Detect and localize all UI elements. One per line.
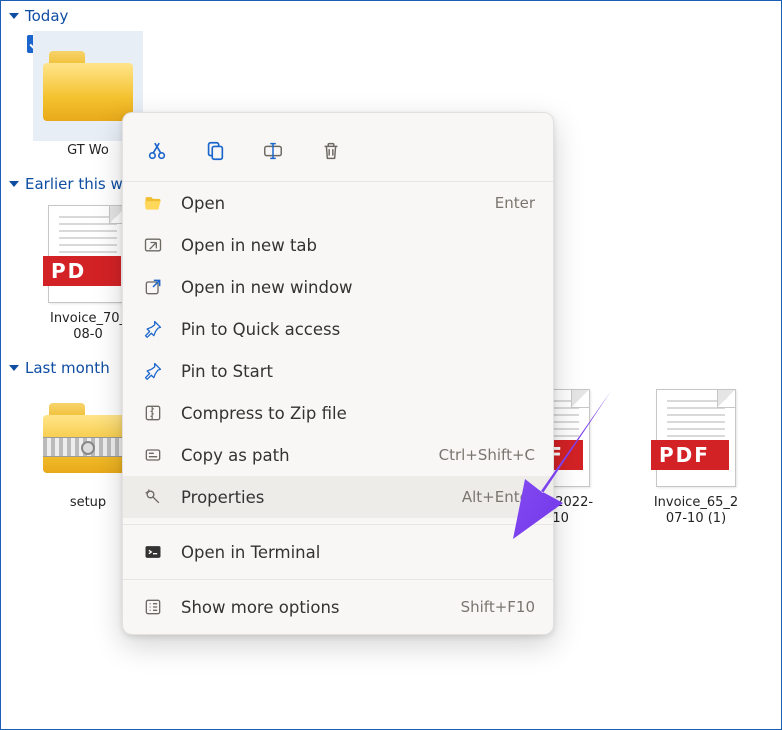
context-menu: Open Enter Open in new tab Open in new w… <box>122 112 554 635</box>
chevron-down-icon <box>9 13 19 19</box>
menu-item-label: Open in Terminal <box>181 543 535 562</box>
menu-item-label: Compress to Zip file <box>181 404 535 423</box>
menu-item-pin-start[interactable]: Pin to Start <box>123 350 553 392</box>
menu-item-open-terminal[interactable]: Open in Terminal <box>123 531 553 573</box>
cut-button[interactable] <box>141 135 173 167</box>
menu-item-copy-as-path[interactable]: Copy as path Ctrl+Shift+C <box>123 434 553 476</box>
folder-open-icon <box>141 191 165 215</box>
copy-button[interactable] <box>199 135 231 167</box>
menu-item-label: Open in new window <box>181 278 535 297</box>
menu-item-open-new-window[interactable]: Open in new window <box>123 266 553 308</box>
delete-button[interactable] <box>315 135 347 167</box>
menu-item-pin-quick-access[interactable]: Pin to Quick access <box>123 308 553 350</box>
menu-item-compress-zip[interactable]: Compress to Zip file <box>123 392 553 434</box>
menu-item-show-more-options[interactable]: Show more options Shift+F10 <box>123 586 553 628</box>
chevron-down-icon <box>9 365 19 371</box>
copy-icon <box>204 140 226 162</box>
group-label: Today <box>25 7 68 25</box>
menu-separator <box>123 579 553 580</box>
menu-item-label: Open in new tab <box>181 236 535 255</box>
menu-item-label: Open <box>181 194 495 213</box>
menu-item-accel: Enter <box>495 194 535 212</box>
menu-item-label: Copy as path <box>181 446 439 465</box>
new-tab-icon <box>141 233 165 257</box>
menu-item-label: Pin to Quick access <box>181 320 535 339</box>
folder-icon <box>43 51 133 121</box>
menu-separator <box>123 524 553 525</box>
file-label: setup <box>70 495 106 511</box>
file-label: Invoice_65_2 07-10 (1) <box>654 495 738 527</box>
group-header-today[interactable]: Today <box>1 1 781 27</box>
file-item-pdf[interactable]: PDF Invoice_65_2 07-10 (1) <box>631 383 761 527</box>
menu-item-label: Pin to Start <box>181 362 535 381</box>
new-window-icon <box>141 275 165 299</box>
menu-item-properties[interactable]: Properties Alt+Enter <box>123 476 553 518</box>
file-label: Invoice_70_ 08-0 <box>50 311 126 343</box>
group-label: Last month <box>25 359 110 377</box>
pin-icon <box>141 317 165 341</box>
zip-icon <box>141 401 165 425</box>
scissors-icon <box>146 140 168 162</box>
menu-item-accel: Shift+F10 <box>461 598 535 616</box>
terminal-icon <box>141 540 165 564</box>
pdf-icon: PDF <box>656 389 736 487</box>
chevron-down-icon <box>9 181 19 187</box>
copy-path-icon <box>141 443 165 467</box>
file-label: GT Wo <box>67 143 109 159</box>
menu-item-open-new-tab[interactable]: Open in new tab <box>123 224 553 266</box>
pdf-icon: PD <box>48 205 128 303</box>
trash-icon <box>320 140 342 162</box>
menu-item-label: Show more options <box>181 598 461 617</box>
rename-icon <box>262 140 284 162</box>
properties-icon <box>141 485 165 509</box>
menu-item-accel: Ctrl+Shift+C <box>439 446 535 464</box>
context-menu-toolbar <box>123 113 553 182</box>
pin-icon <box>141 359 165 383</box>
menu-item-label: Properties <box>181 488 462 507</box>
rename-button[interactable] <box>257 135 289 167</box>
more-options-icon <box>141 595 165 619</box>
zip-folder-icon <box>43 403 133 473</box>
menu-item-open[interactable]: Open Enter <box>123 182 553 224</box>
menu-item-accel: Alt+Enter <box>462 488 535 506</box>
